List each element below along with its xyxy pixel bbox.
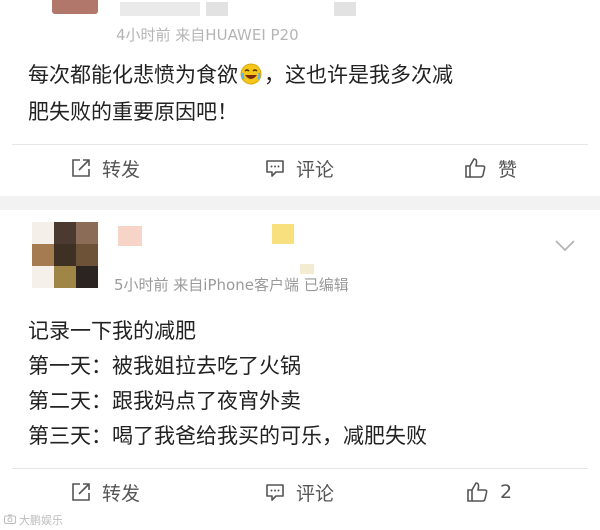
repost-button[interactable]: 转发 [70,146,140,190]
avatar[interactable] [32,222,98,288]
post-meta: 4小时前 来自HUAWEI P20 [116,26,299,44]
like-button[interactable]: 2 [466,470,512,514]
comment-label: 评论 [296,158,335,181]
repost-label: 转发 [102,482,141,505]
action-bar: 转发 评论 2 [0,470,600,514]
comment-button[interactable]: 评论 [264,470,334,514]
comment-button[interactable]: 评论 [264,146,334,190]
camera-icon [4,514,16,527]
laughing-face-icon [240,61,262,95]
post-body: 每次都能化悲愤为食欲 ，这也许是我多次减 肥失败的重要原因吧！ [28,58,453,129]
comment-icon [264,481,286,503]
repost-label: 转发 [102,158,141,181]
chevron-down-icon[interactable] [554,238,576,257]
badge-blurred [272,224,294,244]
repost-icon [70,481,92,503]
post-body-line: 第一天：被我姐拉去吃了火锅 [28,354,301,378]
badge-blurred [300,264,314,274]
post-body-line: 每次都能化悲愤为食欲 [28,63,238,87]
post-card-1: 4小时前 来自HUAWEI P20 每次都能化悲愤为食欲 ，这也许是我多次减 肥失… [0,0,600,196]
post-body-line: 肥失败的重要原因吧！ [28,100,238,124]
thumbs-up-icon [464,157,488,179]
badge-blurred [206,2,228,16]
thumbs-up-icon [466,481,490,503]
avatar-blurred [52,0,98,14]
repost-button[interactable]: 转发 [70,470,140,514]
post-body: 记录一下我的减肥 第一天：被我姐拉去吃了火锅 第二天：跟我妈点了夜宵外卖 第三天… [28,314,427,454]
post-body-line: ，这也许是我多次减 [264,63,453,87]
like-count: 2 [500,481,513,503]
post-body-line: 第三天：喝了我爸给我买的可乐，减肥失败 [28,424,427,448]
badge-blurred [334,2,356,16]
comment-icon [264,157,286,179]
post-body-line: 第二天：跟我妈点了夜宵外卖 [28,389,301,413]
post-card-2: 5小时前 来自iPhone客户端 已编辑 记录一下我的减肥 第一天：被我姐拉去吃… [0,210,600,530]
divider [12,144,588,145]
watermark: 大鹏娱乐 [4,512,63,528]
username-blurred [118,226,142,246]
like-button[interactable]: 赞 [464,146,517,190]
watermark-text: 大鹏娱乐 [19,514,63,527]
repost-icon [70,157,92,179]
like-label: 赞 [498,158,518,181]
post-body-line: 记录一下我的减肥 [28,319,196,343]
divider [12,468,588,469]
post-separator [0,196,600,210]
action-bar: 转发 评论 赞 [0,146,600,190]
comment-label: 评论 [296,482,335,505]
username-blurred [120,2,200,16]
post-meta: 5小时前 来自iPhone客户端 已编辑 [114,276,349,294]
